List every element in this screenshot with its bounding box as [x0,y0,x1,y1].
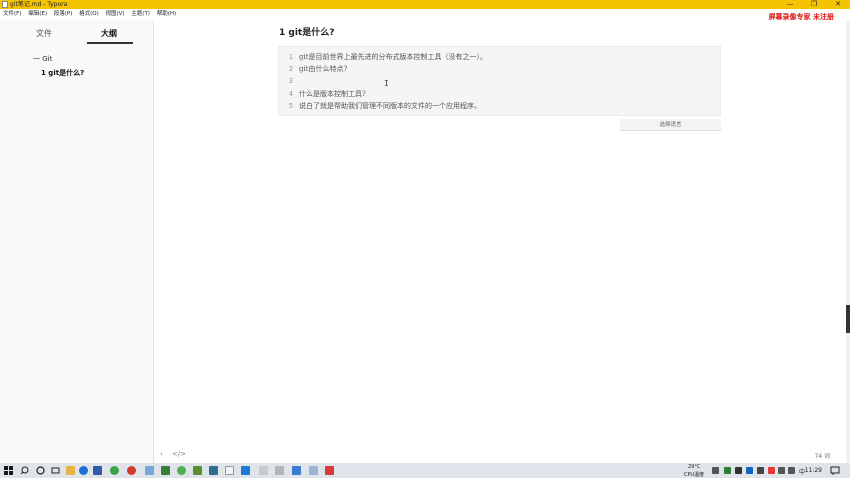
file-explorer-icon[interactable] [66,466,75,475]
line-number: 5 [288,102,293,110]
scrollbar-thumb[interactable] [846,305,850,333]
menu-view[interactable]: 视图(V) [105,9,124,20]
screen-recorder-icon[interactable] [325,466,334,475]
app-icon-doc[interactable] [292,466,301,475]
app-icon-gray2[interactable] [275,466,284,475]
code-line: 5 说白了就是帮助我们管理不同版本的文件的一个应用程序。 [279,100,720,112]
cortana-icon[interactable] [36,466,45,475]
line-number: 2 [288,65,293,73]
menu-bar: 文件(F) 编辑(E) 段落(P) 格式(O) 视图(V) 主题(T) 帮助(H… [0,9,850,20]
menu-file[interactable]: 文件(F) [3,9,21,20]
menu-format[interactable]: 格式(O) [79,9,99,20]
app-icon-green[interactable] [110,466,119,475]
outline-item-git[interactable]: 一 Git [33,54,52,64]
toggle-sidebar-icon[interactable]: ‹ [160,450,163,458]
tray-icon[interactable] [768,467,775,474]
microphone-icon[interactable] [735,467,742,474]
line-number: 4 [288,90,293,98]
sidebar: 文件 大纲 一 Git 1 git是什么? [0,20,154,463]
volume-icon[interactable] [788,467,795,474]
word-count[interactable]: 74 词 [814,451,830,460]
weather-temp[interactable]: 29°C [688,464,700,470]
line-number: 3 [288,77,293,85]
tray-icon[interactable] [757,467,764,474]
app-icon-circle-green[interactable] [177,466,186,475]
tab-outline[interactable]: 大纲 [101,28,117,39]
line-number: 1 [288,53,293,61]
app-icon-blue[interactable] [93,466,102,475]
recorder-watermark: 屏幕录像专家 未注册 [768,12,834,21]
language-select[interactable]: 选择语言 [620,119,721,131]
code-line: 2 git由什么特点? [279,63,720,75]
task-view-icon[interactable] [51,466,60,475]
notification-icon[interactable] [830,466,840,475]
typora-taskbar-icon[interactable] [225,466,234,475]
menu-theme[interactable]: 主题(T) [131,9,150,20]
weather-label[interactable]: CPU温度 [684,471,704,478]
menu-paragraph[interactable]: 段落(P) [54,9,73,20]
title-bar: git笔记.md - Typora — ❐ ✕ [0,0,850,9]
search-icon[interactable] [20,466,29,475]
menu-help[interactable]: 帮助(H) [157,9,176,20]
app-icon [2,1,8,8]
tray-icon[interactable] [712,467,719,474]
line-text: git由什么特点? [299,65,348,73]
line-text: 说白了就是帮助我们管理不同版本的文件的一个应用程序。 [299,102,481,110]
code-line: 3 [279,75,720,87]
document-heading[interactable]: 1 git是什么? [279,25,334,38]
app-icon-window[interactable] [309,466,318,475]
line-text: 什么是版本控制工具? [299,90,366,98]
chrome-icon[interactable] [127,466,136,475]
source-mode-icon[interactable]: </> [172,450,186,458]
code-line: 4 什么是版本控制工具? [279,88,720,100]
code-line: 1 git是目前世界上最先进的分布式版本控制工具（没有之一）。 [279,51,720,63]
tab-files[interactable]: 文件 [36,28,52,39]
tray-icon[interactable] [724,467,731,474]
menu-edit[interactable]: 编辑(E) [28,9,47,20]
app-icon-darkgreen[interactable] [161,466,170,475]
minimize-button[interactable]: — [778,0,802,9]
outline-item-what-is-git[interactable]: 1 git是什么? [41,68,84,78]
scrollbar-track[interactable] [846,20,850,463]
app-icon-lightblue[interactable] [145,466,154,475]
tray-icon[interactable] [746,467,753,474]
network-icon[interactable] [778,467,785,474]
taskbar: 29°C CPU温度 中 11:29 [0,463,850,478]
text-cursor-icon: I [384,79,389,88]
status-bar: ‹ </> [160,450,193,458]
app-icon-gray[interactable] [259,466,268,475]
app-icon-screen[interactable] [241,466,250,475]
maximize-button[interactable]: ❐ [802,0,826,9]
app-icon-teal[interactable] [209,466,218,475]
clock[interactable]: 11:29 [805,467,822,474]
start-button[interactable] [4,466,13,475]
app-icon-olive[interactable] [193,466,202,475]
code-block[interactable]: 1 git是目前世界上最先进的分布式版本控制工具（没有之一）。 2 git由什么… [278,46,721,116]
edge-browser-icon[interactable] [79,466,88,475]
active-tab-indicator [87,42,133,44]
line-text: git是目前世界上最先进的分布式版本控制工具（没有之一）。 [299,53,488,61]
close-button[interactable]: ✕ [826,0,850,9]
window-title: git笔记.md - Typora [10,1,68,8]
